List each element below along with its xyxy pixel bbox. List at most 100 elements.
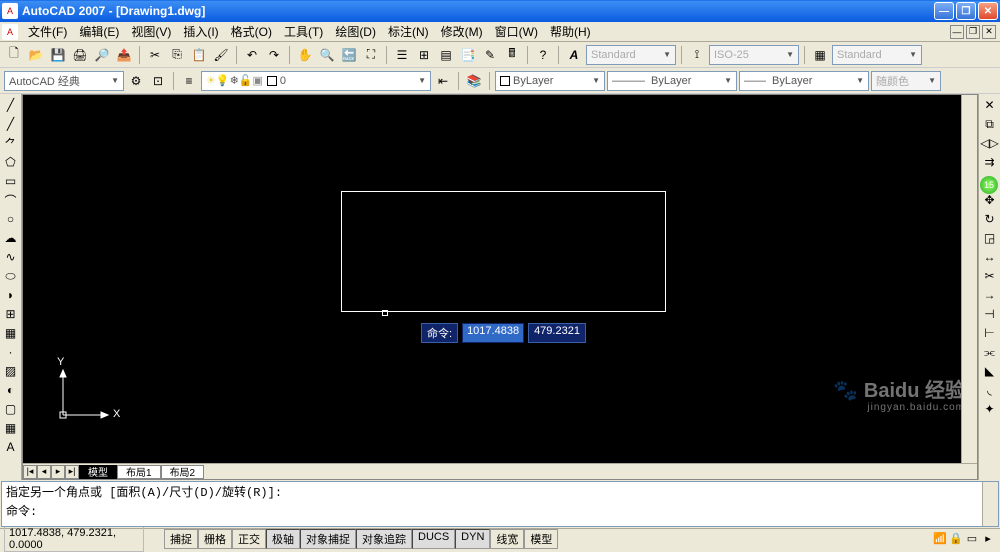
dcenter-icon[interactable]: ⊞ xyxy=(414,45,434,65)
zoom-prev-icon[interactable]: 🔙 xyxy=(339,45,359,65)
layer-state-icon[interactable]: 📚 xyxy=(464,71,484,91)
status-toggle-线宽[interactable]: 线宽 xyxy=(490,529,524,549)
menu-window[interactable]: 窗口(W) xyxy=(489,21,544,42)
status-toggle-对象捕捉[interactable]: 对象捕捉 xyxy=(300,529,356,549)
linetype-combo[interactable]: ———ByLayer▼ xyxy=(607,71,737,91)
stretch-icon[interactable]: ↔ xyxy=(981,248,999,266)
layer-prev-icon[interactable]: ⇤ xyxy=(433,71,453,91)
extend-icon[interactable]: → xyxy=(981,286,999,304)
tab-model[interactable]: 模型 xyxy=(79,465,117,479)
menu-modify[interactable]: 修改(M) xyxy=(435,21,489,42)
command-scrollbar[interactable] xyxy=(982,482,998,526)
redo-icon[interactable]: ↷ xyxy=(264,45,284,65)
new-icon[interactable]: 🗋 xyxy=(4,45,24,65)
matchprop-icon[interactable]: 🖌 xyxy=(211,45,231,65)
offset-icon[interactable]: ⇉ xyxy=(981,153,999,171)
makeblock-icon[interactable]: ▦ xyxy=(2,324,20,342)
mdi-restore-button[interactable]: ❐ xyxy=(966,25,980,39)
xline-icon[interactable]: ╱ xyxy=(2,115,20,133)
tablestyle-combo[interactable]: Standard▼ xyxy=(832,45,922,65)
status-toggle-栅格[interactable]: 栅格 xyxy=(198,529,232,549)
undo-icon[interactable]: ↶ xyxy=(242,45,262,65)
print-icon[interactable]: 🖨 xyxy=(70,45,90,65)
dyn-y-input[interactable]: 479.2321 xyxy=(528,323,586,343)
workspace-settings-icon[interactable]: ⚙ xyxy=(126,71,146,91)
join-icon[interactable]: ⫘ xyxy=(981,343,999,361)
publish-icon[interactable]: 📤 xyxy=(114,45,134,65)
toolpal-icon[interactable]: ▤ xyxy=(436,45,456,65)
menu-insert[interactable]: 插入(I) xyxy=(177,21,224,42)
sheet-icon[interactable]: 📑 xyxy=(458,45,478,65)
status-toggle-极轴[interactable]: 极轴 xyxy=(266,529,300,549)
textstyle-combo[interactable]: Standard▼ xyxy=(586,45,676,65)
dimstyle-combo[interactable]: ISO-25▼ xyxy=(709,45,799,65)
mtext-icon[interactable]: A xyxy=(2,438,20,456)
chamfer-icon[interactable]: ◣ xyxy=(981,362,999,380)
point-icon[interactable]: · xyxy=(2,343,20,361)
help-icon[interactable]: ? xyxy=(533,45,553,65)
menu-file[interactable]: 文件(F) xyxy=(22,21,73,42)
dimstyle-icon[interactable]: ⟟ xyxy=(687,45,707,65)
command-window[interactable]: 指定另一个角点或 [面积(A)/尺寸(D)/旋转(R)]: 命令: xyxy=(1,481,999,527)
menu-view[interactable]: 视图(V) xyxy=(125,21,177,42)
mdi-close-button[interactable]: ✕ xyxy=(982,25,996,39)
tablestyle-icon[interactable]: ▦ xyxy=(810,45,830,65)
table-icon[interactable]: ▦ xyxy=(2,419,20,437)
ellipse-icon[interactable]: ⬭ xyxy=(2,267,20,285)
ellipsearc-icon[interactable]: ◗ xyxy=(2,286,20,304)
open-icon[interactable]: 📂 xyxy=(26,45,46,65)
break-icon[interactable]: ⊢ xyxy=(981,324,999,342)
trim-icon[interactable]: ✂ xyxy=(981,267,999,285)
maximize-button[interactable]: ❐ xyxy=(956,2,976,20)
comm-center-icon[interactable]: 📶 xyxy=(932,531,948,547)
copy-icon[interactable]: ⎘ xyxy=(167,45,187,65)
menu-edit[interactable]: 编辑(E) xyxy=(73,21,125,42)
menu-draw[interactable]: 绘图(D) xyxy=(329,21,382,42)
markup-icon[interactable]: ✎ xyxy=(480,45,500,65)
textstyle-icon[interactable]: A xyxy=(564,45,584,65)
rectangle-icon[interactable]: ▭ xyxy=(2,172,20,190)
menu-help[interactable]: 帮助(H) xyxy=(544,21,597,42)
erase-icon[interactable]: ✕ xyxy=(981,96,999,114)
tray-arrow-icon[interactable]: ▸ xyxy=(980,531,996,547)
dyn-x-input[interactable]: 1017.4838 xyxy=(462,323,524,343)
menu-dimension[interactable]: 标注(N) xyxy=(382,21,435,42)
region-icon[interactable]: ▢ xyxy=(2,400,20,418)
insert-icon[interactable]: ⊞ xyxy=(2,305,20,323)
tab-layout1[interactable]: 布局1 xyxy=(117,465,161,479)
rotate-icon[interactable]: ↻ xyxy=(981,210,999,228)
status-toggle-捕捉[interactable]: 捕捉 xyxy=(164,529,198,549)
menu-format[interactable]: 格式(O) xyxy=(225,21,278,42)
circle-icon[interactable]: ○ xyxy=(2,210,20,228)
line-icon[interactable]: ╱ xyxy=(2,96,20,114)
minimize-button[interactable]: — xyxy=(934,2,954,20)
status-toggle-正交[interactable]: 正交 xyxy=(232,529,266,549)
command-prompt[interactable]: 命令: xyxy=(2,501,998,520)
explode-icon[interactable]: ✦ xyxy=(981,400,999,418)
tab-layout2[interactable]: 布局2 xyxy=(161,465,205,479)
layer-manager-icon[interactable]: ≡ xyxy=(179,71,199,91)
save-icon[interactable]: 💾 xyxy=(48,45,68,65)
hatch-icon[interactable]: ▨ xyxy=(2,362,20,380)
fillet-icon[interactable]: ◟ xyxy=(981,381,999,399)
status-toggle-对象追踪[interactable]: 对象追踪 xyxy=(356,529,412,549)
paste-icon[interactable]: 📋 xyxy=(189,45,209,65)
workspace-combo[interactable]: AutoCAD 经典▼ xyxy=(4,71,124,91)
plotstyle-combo[interactable]: 随颜色▼ xyxy=(871,71,941,91)
workspace-toggle-icon[interactable]: ⊡ xyxy=(148,71,168,91)
close-button[interactable]: ✕ xyxy=(978,2,998,20)
status-toggle-DUCS[interactable]: DUCS xyxy=(412,529,455,549)
mdi-minimize-button[interactable]: — xyxy=(950,25,964,39)
status-toggle-DYN[interactable]: DYN xyxy=(455,529,490,549)
pan-icon[interactable]: ✋ xyxy=(295,45,315,65)
clean-screen-icon[interactable]: ▭ xyxy=(964,531,980,547)
zoom-icon[interactable]: 🔍 xyxy=(317,45,337,65)
cut-icon[interactable]: ✂ xyxy=(145,45,165,65)
mirror-icon[interactable]: ◁▷ xyxy=(981,134,999,152)
tab-nav-first[interactable]: |◂ xyxy=(23,465,37,479)
tab-nav-prev[interactable]: ◂ xyxy=(37,465,51,479)
scale-icon[interactable]: ◲ xyxy=(981,229,999,247)
polygon-icon[interactable]: ⬠ xyxy=(2,153,20,171)
vertical-scrollbar[interactable] xyxy=(961,95,977,463)
arc-icon[interactable]: ⌒ xyxy=(2,191,20,209)
